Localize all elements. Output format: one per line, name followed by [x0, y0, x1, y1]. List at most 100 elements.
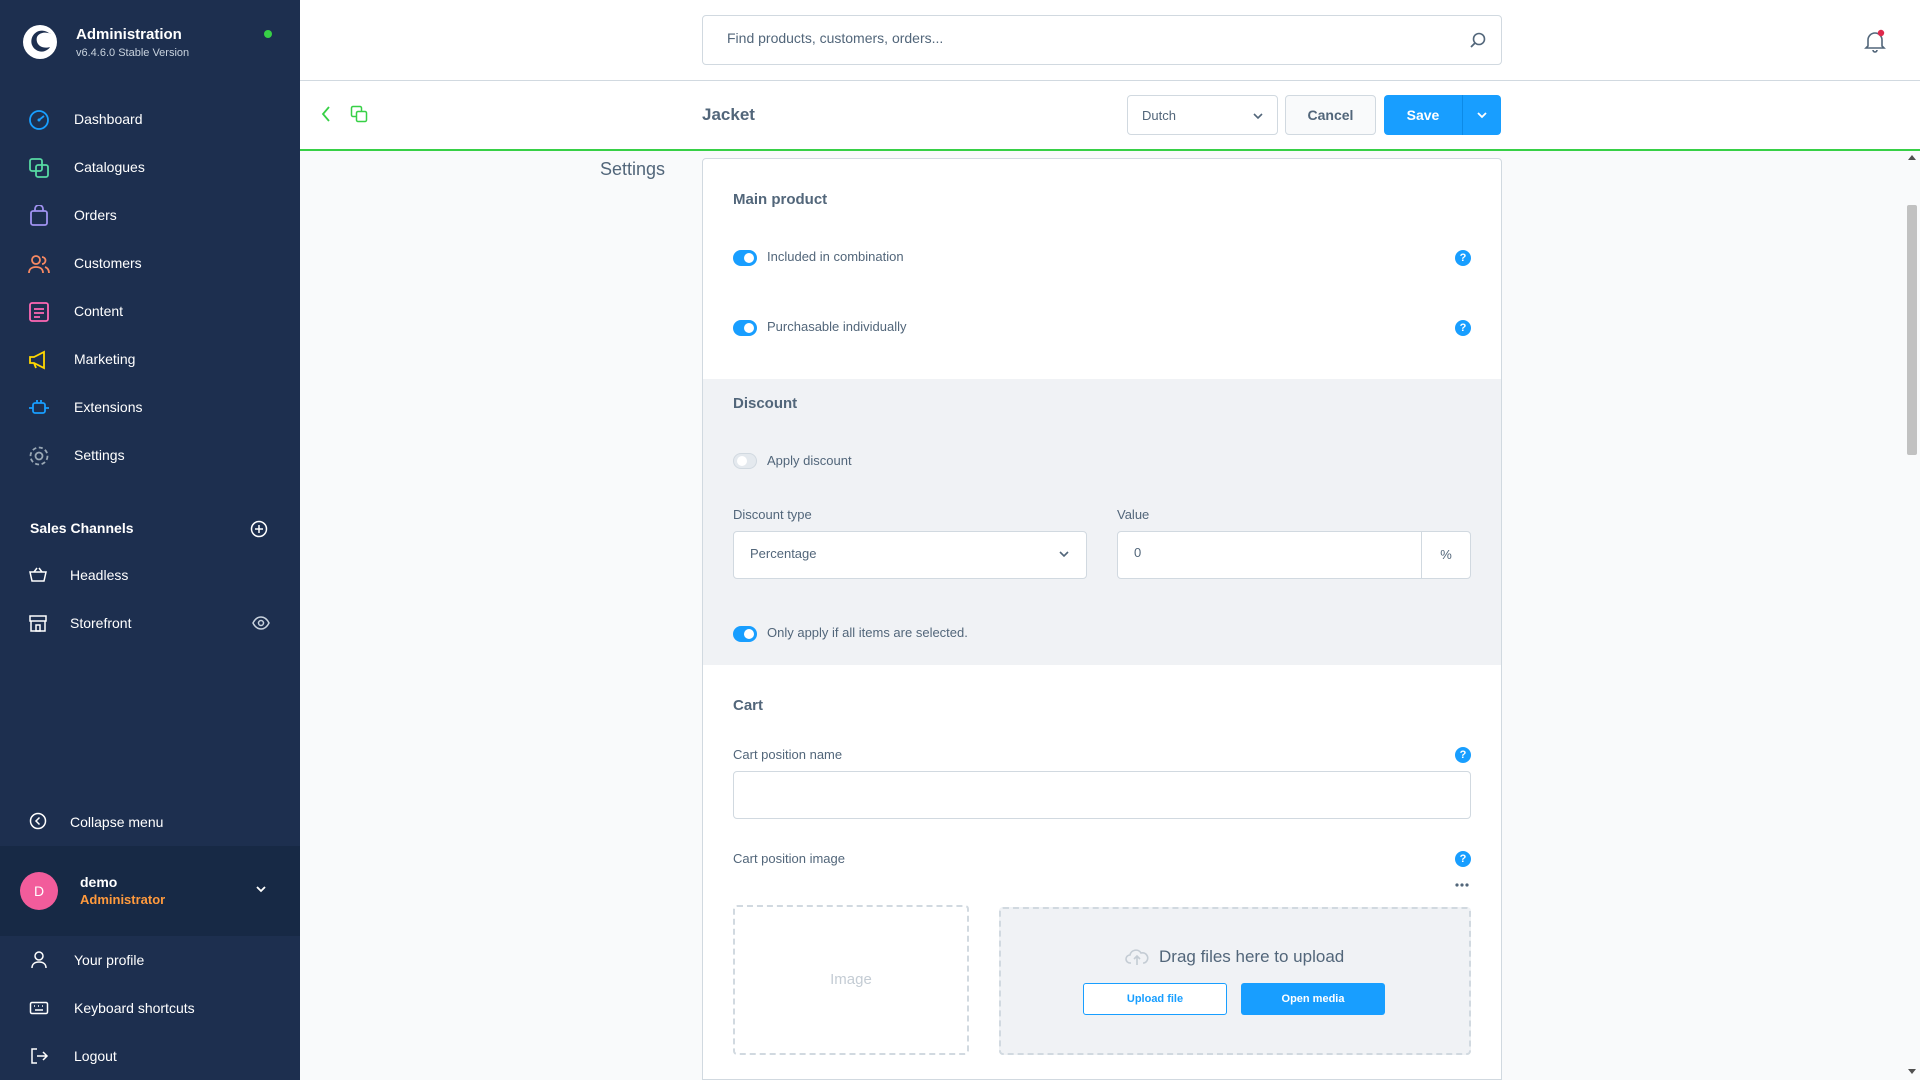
- duplicate-icon[interactable]: [350, 105, 368, 123]
- gear-icon: [29, 446, 49, 466]
- status-indicator: [264, 30, 272, 38]
- nav-item-customers[interactable]: Customers: [0, 243, 300, 283]
- settings-card: Main product Included in combination ? P…: [702, 158, 1502, 1080]
- sales-channels-title: Sales Channels: [30, 520, 134, 536]
- nav-item-catalogues[interactable]: Catalogues: [0, 147, 300, 187]
- help-icon[interactable]: ?: [1455, 747, 1471, 763]
- channel-label: Headless: [70, 567, 129, 583]
- basket-icon: [29, 567, 47, 582]
- logout-icon: [31, 1048, 49, 1064]
- nav-label: Extensions: [74, 399, 143, 415]
- help-icon[interactable]: ?: [1455, 250, 1471, 266]
- language-select[interactable]: Dutch: [1127, 95, 1278, 135]
- drop-text: Drag files here to upload: [1159, 947, 1345, 966]
- dashboard-icon: [29, 110, 49, 130]
- notification-bell-icon[interactable]: [1864, 29, 1886, 53]
- global-search[interactable]: [702, 15, 1502, 65]
- sales-channel-headless[interactable]: Headless: [0, 557, 300, 593]
- open-media-button[interactable]: Open media: [1241, 983, 1385, 1015]
- sidebar: Administration v6.4.6.0 Stable Version D…: [0, 0, 300, 1080]
- scroll-down-arrow-icon[interactable]: [1908, 1069, 1916, 1074]
- footer-label: Your profile: [74, 952, 145, 968]
- footer-label: Logout: [74, 1048, 117, 1064]
- keyboard-shortcuts-link[interactable]: Keyboard shortcuts: [0, 990, 300, 1026]
- purchasable-individually-toggle[interactable]: [733, 320, 757, 336]
- search-icon[interactable]: [1469, 31, 1487, 49]
- storefront-icon: [29, 615, 47, 632]
- extensions-plug-icon: [29, 400, 49, 414]
- user-role: Administrator: [80, 892, 166, 907]
- collapse-menu-button[interactable]: Collapse menu: [0, 806, 300, 836]
- scroll-up-arrow-icon[interactable]: [1908, 155, 1916, 160]
- shopware-logo-icon: [23, 25, 57, 59]
- save-button[interactable]: Save: [1384, 95, 1462, 135]
- back-chevron-icon[interactable]: [320, 105, 332, 123]
- image-placeholder: Image: [830, 971, 872, 988]
- cart-position-name-input[interactable]: [750, 785, 1450, 800]
- smart-bar: Jacket Dutch Cancel Save: [300, 81, 1920, 151]
- discount-type-value: Percentage: [750, 546, 817, 561]
- main-product-title: Main product: [733, 191, 828, 208]
- cart-position-image-label: Cart position image: [733, 851, 845, 866]
- page-title: Jacket: [702, 105, 755, 124]
- nav-label: Dashboard: [74, 111, 143, 127]
- your-profile-link[interactable]: Your profile: [0, 942, 300, 978]
- add-sales-channel-icon[interactable]: [250, 520, 268, 538]
- upload-dropzone[interactable]: Drag files here to upload Upload file Op…: [999, 907, 1471, 1055]
- nav-item-orders[interactable]: Orders: [0, 195, 300, 235]
- included-in-combination-label: Included in combination: [767, 249, 904, 264]
- user-icon: [31, 951, 47, 969]
- nav-item-extensions[interactable]: Extensions: [0, 387, 300, 427]
- content-icon: [29, 302, 49, 322]
- purchasable-individually-label: Purchasable individually: [767, 319, 907, 334]
- apply-discount-toggle[interactable]: [733, 453, 757, 469]
- nav-item-dashboard[interactable]: Dashboard: [0, 99, 300, 139]
- discount-title: Discount: [733, 395, 798, 412]
- sales-channel-storefront[interactable]: Storefront: [0, 605, 300, 641]
- catalogue-icon: [29, 158, 49, 178]
- user-panel[interactable]: D demo Administrator: [0, 846, 300, 936]
- collapse-chevron-icon: [29, 812, 47, 830]
- logout-link[interactable]: Logout: [0, 1038, 300, 1074]
- help-icon[interactable]: ?: [1455, 851, 1471, 867]
- nav-label: Catalogues: [74, 159, 145, 175]
- discount-value-field[interactable]: %: [1117, 531, 1471, 579]
- orders-bag-icon: [30, 205, 48, 226]
- discount-value-input[interactable]: [1134, 545, 1414, 560]
- eye-icon[interactable]: [252, 615, 270, 631]
- nav-item-content[interactable]: Content: [0, 291, 300, 331]
- cancel-button[interactable]: Cancel: [1285, 95, 1376, 135]
- chevron-down-icon: [1059, 551, 1069, 558]
- chevron-down-icon[interactable]: [254, 882, 268, 896]
- discount-type-select[interactable]: Percentage: [733, 531, 1087, 579]
- save-options-button[interactable]: [1462, 95, 1501, 135]
- nav-item-marketing[interactable]: Marketing: [0, 339, 300, 379]
- percent-suffix: %: [1421, 532, 1470, 578]
- scroll-thumb[interactable]: [1907, 205, 1917, 455]
- cart-position-name-field[interactable]: [733, 771, 1471, 819]
- nav-label: Settings: [74, 447, 125, 463]
- brand: Administration v6.4.6.0 Stable Version: [0, 0, 300, 88]
- nav-item-settings[interactable]: Settings: [0, 435, 300, 475]
- customers-icon: [28, 255, 50, 274]
- chevron-down-icon: [1253, 113, 1263, 120]
- included-in-combination-toggle[interactable]: [733, 250, 757, 266]
- collapse-label: Collapse menu: [70, 814, 164, 830]
- more-options-icon[interactable]: [1455, 883, 1469, 887]
- scrollbar[interactable]: [1904, 151, 1920, 1080]
- top-bar: [300, 0, 1920, 81]
- upload-file-button[interactable]: Upload file: [1083, 983, 1227, 1015]
- user-name: demo: [80, 874, 118, 890]
- apply-discount-label: Apply discount: [767, 453, 852, 468]
- brand-title: Administration: [76, 26, 182, 43]
- channel-label: Storefront: [70, 615, 132, 631]
- footer-label: Keyboard shortcuts: [74, 1000, 195, 1016]
- value-label: Value: [1117, 507, 1150, 522]
- nav-label: Orders: [74, 207, 117, 223]
- help-icon[interactable]: ?: [1455, 320, 1471, 336]
- chevron-down-icon: [1477, 112, 1487, 119]
- only-apply-all-items-toggle[interactable]: [733, 626, 757, 642]
- search-input[interactable]: [727, 30, 1427, 46]
- discount-type-label: Discount type: [733, 507, 812, 522]
- brand-version: v6.4.6.0 Stable Version: [76, 47, 190, 59]
